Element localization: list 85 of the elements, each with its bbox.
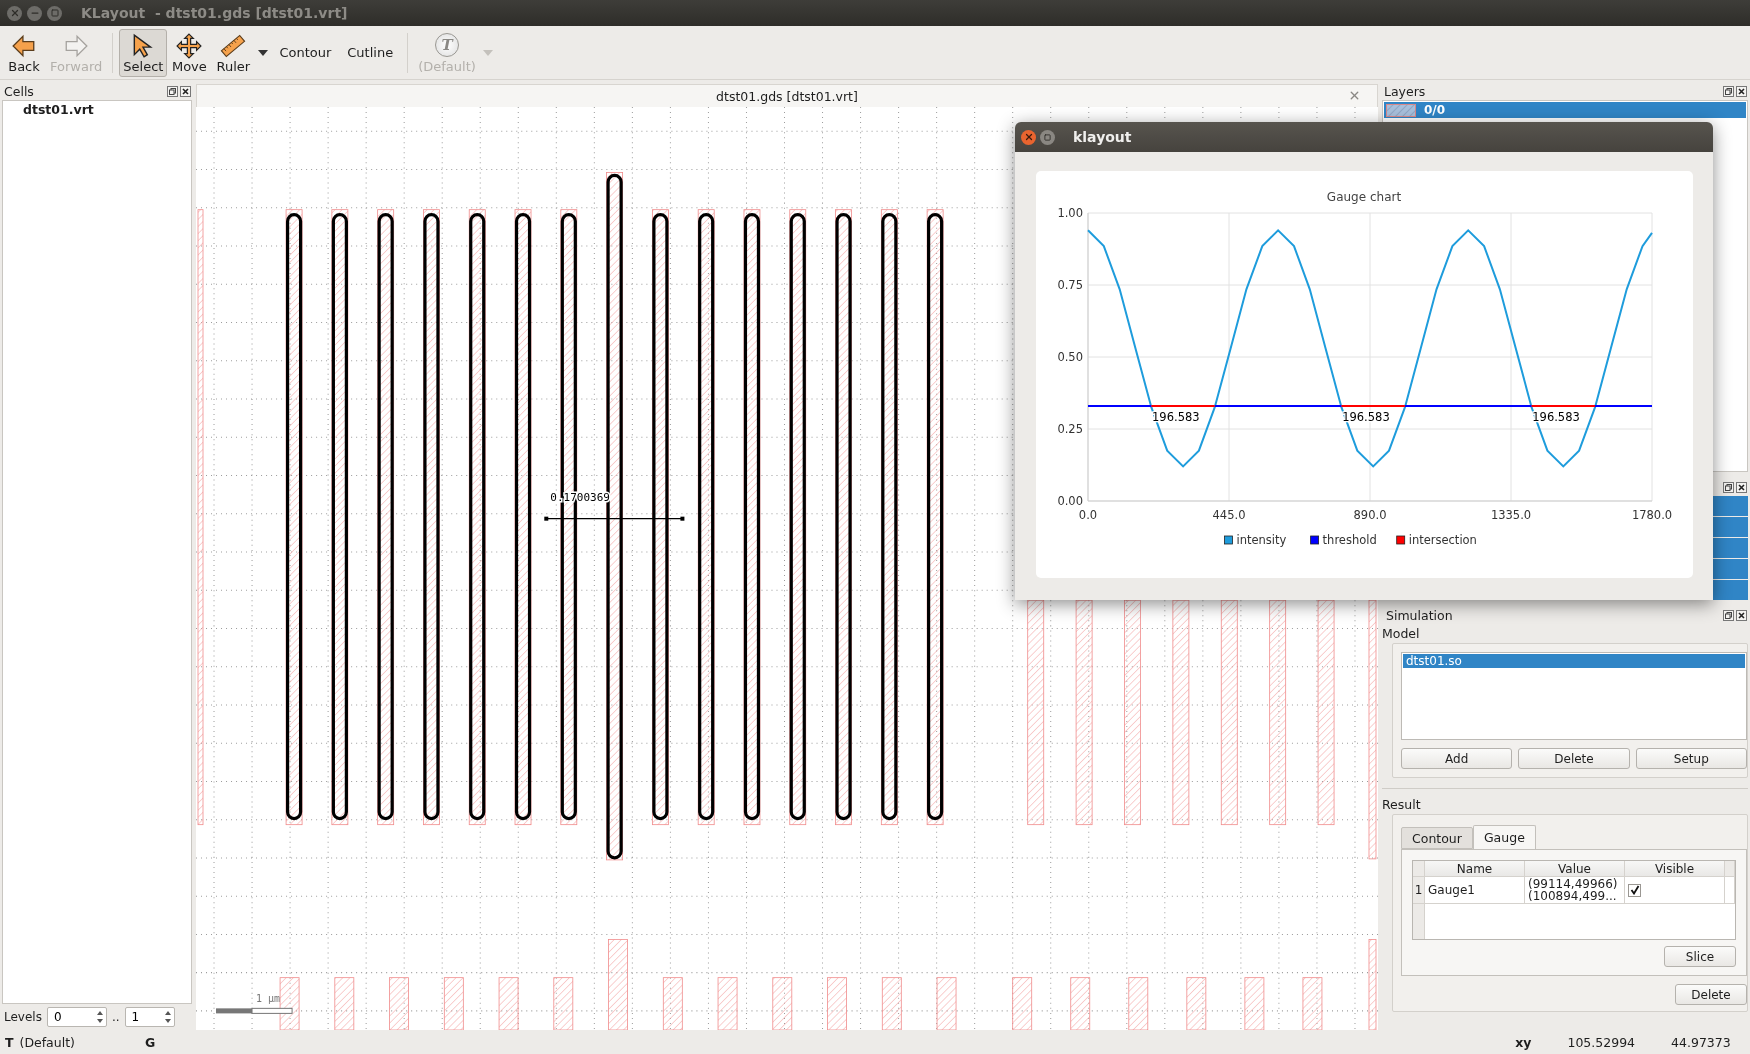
- close-icon[interactable]: [1736, 609, 1747, 621]
- float-icon[interactable]: [1723, 609, 1734, 621]
- section-label: Result: [1382, 796, 1422, 814]
- axis-tick-label: 0.25: [1057, 422, 1083, 436]
- close-icon: [9, 8, 20, 18]
- axis-tick-label: 1.00: [1057, 206, 1083, 220]
- header-corner: [1413, 861, 1425, 877]
- axis-tick-label: 1780.0: [1631, 508, 1673, 522]
- forward-arrow-icon: [63, 32, 90, 59]
- axis-tick-label: 0.00: [1057, 494, 1083, 508]
- minimize-button[interactable]: [27, 5, 42, 21]
- tab[interactable]: Gauge: [1472, 825, 1536, 849]
- tool-button[interactable]: Select: [119, 28, 168, 77]
- slice-button[interactable]: Slice: [1664, 946, 1736, 967]
- float-icon[interactable]: [1723, 85, 1734, 97]
- toolbar-button[interactable]: Cutline: [339, 37, 402, 68]
- axis-tick-label: 1335.0: [1490, 508, 1532, 522]
- legend-label: threshold: [1322, 533, 1377, 547]
- document-tab[interactable]: dtst01.gds [dtst01.vrt]: [196, 84, 1378, 107]
- range-separator: ..: [111, 1010, 120, 1024]
- column-header[interactable]: Value: [1525, 861, 1625, 877]
- dialog-title: klayout: [1073, 129, 1132, 145]
- close-icon[interactable]: [1736, 481, 1747, 493]
- close-button[interactable]: [7, 5, 22, 21]
- float-icon[interactable]: [167, 85, 178, 97]
- close-icon[interactable]: [1736, 85, 1747, 97]
- spin-box[interactable]: 0: [46, 1007, 107, 1027]
- delete-button[interactable]: Delete: [1675, 984, 1747, 1005]
- push-button[interactable]: Delete: [1518, 748, 1630, 769]
- status-key: T: [5, 1034, 14, 1050]
- status-text: (Default): [19, 1034, 75, 1050]
- header-filler: [1725, 861, 1735, 877]
- model-row[interactable]: dtst01.so: [1403, 654, 1745, 668]
- hatch-swatch-icon: [1386, 103, 1416, 117]
- maximize-icon: [1044, 133, 1051, 141]
- legend-label: intensity: [1236, 533, 1287, 547]
- legend-label: intersection: [1408, 533, 1477, 547]
- row-header: [1413, 904, 1425, 939]
- panel-title: Layers: [1384, 83, 1426, 99]
- row-number: 1: [1413, 877, 1425, 904]
- coordinate-value: 44.97373: [1671, 1034, 1731, 1050]
- close-icon: [1023, 132, 1034, 142]
- tool-button[interactable]: Move: [167, 28, 212, 77]
- window-title: KLayout - dtst01.gds [dtst01.vrt]: [81, 5, 348, 21]
- scale-label: 1 μm: [256, 992, 281, 1004]
- levels-label: Levels: [4, 1010, 42, 1024]
- spin-box[interactable]: 1: [124, 1007, 175, 1027]
- axis-tick-label: 890.0: [1353, 508, 1387, 522]
- layer-row[interactable]: 0/0: [1384, 102, 1746, 118]
- axis-tick-label: 0.50: [1057, 350, 1083, 364]
- table-cell: Gauge1: [1425, 877, 1525, 904]
- text-style-icon: T: [435, 32, 459, 57]
- dropdown-caret-icon[interactable]: [257, 48, 270, 57]
- maximize-icon: [50, 9, 59, 17]
- maximize-button[interactable]: [1040, 129, 1055, 145]
- checkbox[interactable]: [1628, 883, 1641, 897]
- axis-tick-label: 0.0: [1078, 508, 1098, 522]
- tool-button[interactable]: Ruler: [211, 28, 256, 77]
- close-button[interactable]: [1021, 129, 1036, 145]
- column-header[interactable]: Name: [1425, 861, 1525, 877]
- table-cell: (99114,49966) (100894,499...: [1525, 877, 1625, 904]
- chart-title: Gauge chart: [1326, 190, 1402, 204]
- close-icon[interactable]: [180, 85, 191, 97]
- float-icon[interactable]: [1723, 481, 1734, 493]
- coordinate-label: xy: [1515, 1034, 1532, 1050]
- panel-title: Cells: [4, 83, 34, 99]
- section-label: Model: [1382, 625, 1421, 643]
- coordinate-value: 105.52994: [1567, 1034, 1636, 1050]
- tool-button[interactable]: Back: [2, 28, 46, 77]
- push-button[interactable]: Setup: [1635, 748, 1747, 769]
- axis-tick-label: 445.0: [1212, 508, 1246, 522]
- tree-item[interactable]: dtst01.vrt: [3, 102, 191, 117]
- panel-title: Simulation: [1385, 607, 1453, 623]
- tab[interactable]: Contour: [1401, 827, 1473, 849]
- back-arrow-icon: [11, 32, 37, 59]
- number-input[interactable]: 1: [129, 1009, 162, 1025]
- toolbar-button[interactable]: Contour: [271, 37, 340, 68]
- number-input[interactable]: 0: [51, 1009, 94, 1025]
- move-arrows-icon: [176, 32, 203, 59]
- ruler[interactable]: [544, 516, 685, 521]
- column-header[interactable]: Visible: [1625, 861, 1725, 877]
- axis-tick-label: 0.75: [1057, 278, 1083, 292]
- push-button[interactable]: Add: [1401, 748, 1513, 769]
- status-key: G: [144, 1034, 156, 1050]
- maximize-button[interactable]: [47, 5, 62, 21]
